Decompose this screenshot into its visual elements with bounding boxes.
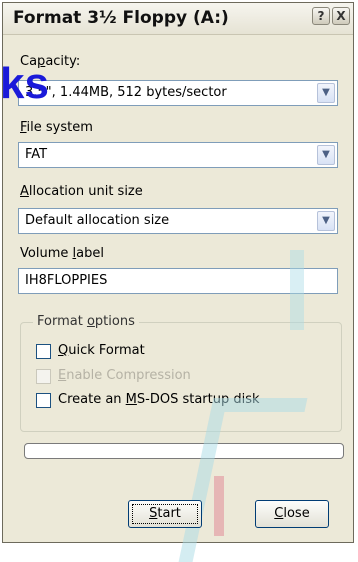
msdos-text: Create an xyxy=(58,392,126,407)
legend-accel: o xyxy=(86,314,95,329)
close-label: lose xyxy=(283,506,310,521)
capacity-select[interactable]: 3.5", 1.44MB, 512 bytes/sector ▼ xyxy=(18,80,338,106)
allocation-label: Allocation unit size xyxy=(20,184,143,199)
filesystem-label: File system xyxy=(20,120,93,135)
quick-format-checkbox[interactable] xyxy=(36,344,51,359)
watermark-shape xyxy=(290,250,358,330)
quick-format-accel: Q xyxy=(58,343,69,358)
enable-compression-checkbox xyxy=(36,369,51,384)
volume-label-part: Volume xyxy=(20,246,73,261)
capacity-label-part: acity: xyxy=(45,54,81,69)
legend-part: Format xyxy=(37,314,87,329)
compression-text: nable Compression xyxy=(66,368,191,383)
msdos-accel: M xyxy=(125,392,137,407)
chevron-down-icon[interactable]: ▼ xyxy=(317,145,335,165)
capacity-value: 3.5", 1.44MB, 512 bytes/sector xyxy=(25,85,227,100)
volume-label-input[interactable] xyxy=(25,273,325,288)
volume-label-part: abel xyxy=(76,246,104,261)
close-button[interactable]: Close xyxy=(255,500,329,528)
watermark-shape xyxy=(214,476,224,536)
msdos-startup-checkbox[interactable] xyxy=(36,393,51,408)
title-bar: Format 3½ Floppy (A:) ? X xyxy=(3,3,353,35)
legend-part: ptions xyxy=(94,314,135,329)
allocation-value: Default allocation size xyxy=(25,213,170,228)
start-button[interactable]: Start xyxy=(128,500,202,528)
quick-format-text: uick Format xyxy=(68,343,145,358)
filesystem-select[interactable]: FAT ▼ xyxy=(18,142,338,168)
help-button[interactable]: ? xyxy=(312,7,330,25)
focus-rectangle xyxy=(132,504,198,524)
filesystem-value: FAT xyxy=(25,147,48,162)
allocation-label-part: llocation unit size xyxy=(28,184,143,199)
close-accel: C xyxy=(274,506,284,521)
allocation-label-accel: A xyxy=(20,184,29,199)
format-options-legend: Format options xyxy=(33,314,139,329)
allocation-select[interactable]: Default allocation size ▼ xyxy=(18,208,338,234)
close-icon[interactable]: X xyxy=(332,7,350,25)
enable-compression-label: Enable Compression xyxy=(58,368,191,383)
chevron-down-icon[interactable]: ▼ xyxy=(317,83,335,103)
compression-accel: E xyxy=(58,368,67,383)
overlay-text: ks xyxy=(0,59,49,108)
volume-label: Volume label xyxy=(20,246,104,261)
chevron-down-icon[interactable]: ▼ xyxy=(317,211,335,231)
window-title: Format 3½ Floppy (A:) xyxy=(13,8,229,28)
quick-format-label[interactable]: Quick Format xyxy=(58,343,145,358)
filesystem-label-part: ile system xyxy=(26,120,93,135)
